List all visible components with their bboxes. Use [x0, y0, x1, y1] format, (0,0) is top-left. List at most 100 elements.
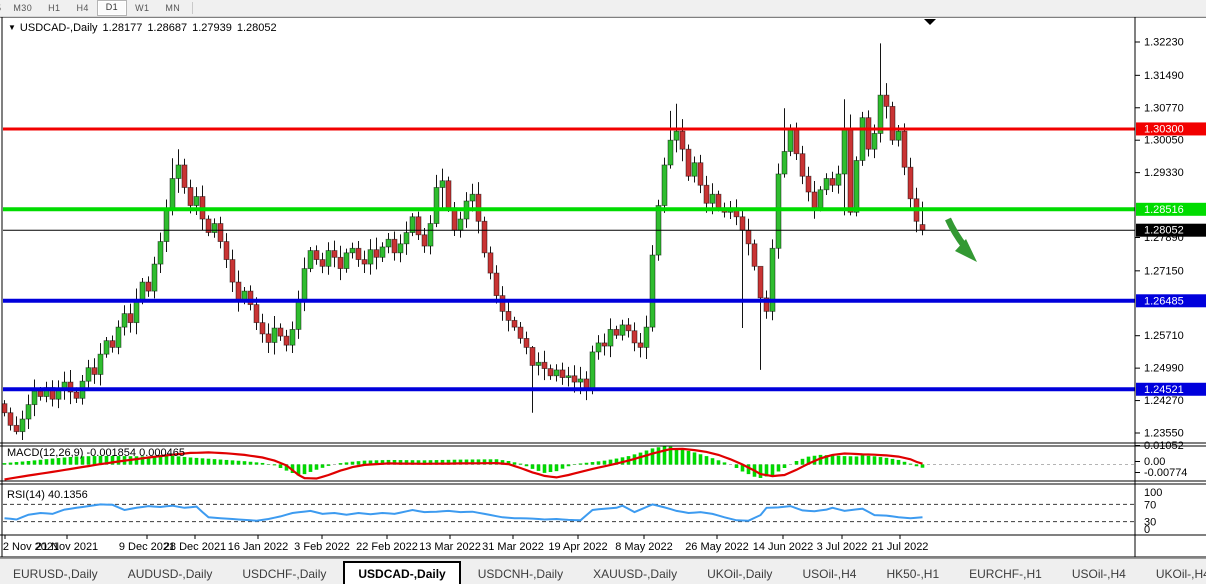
symbol-tab-hk50h1[interactable]: HK50-,H1 [873, 564, 952, 584]
candle-body [920, 225, 925, 231]
ohlc-high: 1.28687 [147, 22, 187, 34]
rsi-axis-label: 100 [1144, 487, 1162, 499]
candle-body [488, 253, 493, 273]
candle-body [356, 248, 361, 259]
symbol-tab-audusddaily[interactable]: AUDUSD-,Daily [115, 564, 226, 584]
symbol-tab-xauusddaily[interactable]: XAUUSD-,Daily [580, 564, 690, 584]
candle-body [578, 379, 583, 382]
timeframe-button-mn[interactable]: MN [157, 1, 188, 15]
candle-body [848, 129, 853, 212]
candle-body [20, 419, 25, 432]
candle-body [320, 260, 325, 267]
candle-body [866, 118, 871, 150]
date-tick-label: 21 Jul 2022 [872, 541, 929, 553]
symbol-tab-usdcnhdaily[interactable]: USDCNH-,Daily [465, 564, 576, 584]
candle-body [284, 336, 289, 345]
candle-body [590, 352, 595, 388]
candle-body [752, 244, 757, 267]
candle-body [416, 217, 421, 235]
candle-body [860, 118, 865, 161]
rsi-axis-label: 70 [1144, 499, 1156, 511]
candle-body [902, 131, 907, 167]
price-chart-canvas[interactable]: 1.322301.314901.307701.300501.293301.278… [0, 0, 1206, 584]
candle-body [74, 392, 79, 398]
symbol-tab-bar: EURUSD-,DailyAUDUSD-,DailyUSDCHF-,DailyU… [0, 558, 1206, 584]
symbol-tab-usdchfdaily[interactable]: USDCHF-,Daily [229, 564, 339, 584]
candle-body [86, 368, 91, 382]
candle-body [638, 343, 643, 348]
candle-body [884, 95, 889, 106]
symbol-tab-ukoildaily[interactable]: UKOil-,Daily [694, 564, 785, 584]
price-tick-label: 1.24990 [1144, 363, 1184, 375]
symbol-tab-ukoilh4[interactable]: UKOil-,H4 [1143, 564, 1206, 584]
timeframe-button-h4[interactable]: H4 [68, 1, 96, 15]
timeframe-button-d1[interactable]: D1 [97, 0, 127, 16]
candle-body [710, 194, 715, 203]
candle-body [836, 174, 841, 185]
price-tick-label: 1.24270 [1144, 395, 1184, 407]
candle-body [500, 296, 505, 312]
candle-body [236, 282, 241, 300]
symbol-tab-usdcaddaily[interactable]: USDCAD-,Daily [343, 561, 460, 584]
chart-dropdown-icon[interactable]: ▼ [8, 23, 16, 32]
date-tick-label: 26 May 2022 [685, 541, 749, 553]
price-badge-label: 1.26485 [1144, 295, 1184, 307]
timeframe-button-h1[interactable]: H1 [40, 1, 68, 15]
candle-body [266, 334, 271, 343]
toolbar-separator [192, 2, 193, 14]
candle-body [470, 194, 475, 201]
candle-body [716, 194, 721, 208]
date-tick-label: 22 Feb 2022 [356, 541, 418, 553]
candle-body [428, 224, 433, 247]
candle-body [668, 140, 673, 165]
price-badge-label: 1.30300 [1144, 123, 1184, 135]
candle-body [2, 404, 7, 413]
candle-body [908, 167, 913, 199]
candle-body [626, 325, 631, 331]
rsi-name: RSI(14) [7, 489, 45, 501]
candle-body [242, 291, 247, 300]
symbol-tab-usoilh4[interactable]: USOil-,H4 [1059, 564, 1139, 584]
candle-body [32, 391, 37, 405]
candle-body [788, 129, 793, 152]
chart-background [0, 17, 1206, 557]
candle-body [584, 379, 589, 388]
symbol-tab-usoilh4[interactable]: USOil-,H4 [789, 564, 869, 584]
symbol-tab-eurusddaily[interactable]: EURUSD-,Daily [0, 564, 111, 584]
symbol-tab-eurchfh1[interactable]: EURCHF-,H1 [956, 564, 1055, 584]
candle-body [494, 273, 499, 296]
candle-body [290, 329, 295, 345]
candle-body [434, 187, 439, 223]
price-tick-label: 1.25710 [1144, 330, 1184, 342]
candle-body [530, 347, 535, 365]
candle-body [110, 341, 115, 348]
candle-body [800, 154, 805, 177]
candle-body [560, 370, 565, 378]
chart-title: ▼USDCAD-,Daily1.281771.286871.279391.280… [8, 22, 277, 34]
ohlc-close: 1.28052 [237, 22, 277, 34]
candle-body [374, 250, 379, 258]
candle-body [758, 266, 763, 298]
ohlc-open: 1.28177 [103, 22, 143, 34]
candle-body [260, 323, 265, 334]
candle-body [518, 327, 523, 338]
timeframe-button-w1[interactable]: W1 [127, 1, 157, 15]
candle-body [134, 300, 139, 323]
candle-body [14, 425, 19, 431]
candle-body [176, 165, 181, 179]
candle-body [368, 250, 373, 264]
candle-body [740, 217, 745, 231]
rsi-value: 40.1356 [48, 489, 88, 501]
candle-body [698, 163, 703, 186]
candle-body [596, 343, 601, 352]
timeframe-button-m30[interactable]: M30 [5, 1, 40, 15]
candle-body [92, 368, 97, 375]
candle-body [524, 338, 529, 347]
price-tick-label: 1.29330 [1144, 167, 1184, 179]
candle-body [458, 219, 463, 230]
price-tick-label: 1.30050 [1144, 135, 1184, 147]
candle-body [506, 311, 511, 320]
candle-body [818, 190, 823, 208]
candle-body [854, 160, 859, 212]
candle-body [164, 210, 169, 242]
